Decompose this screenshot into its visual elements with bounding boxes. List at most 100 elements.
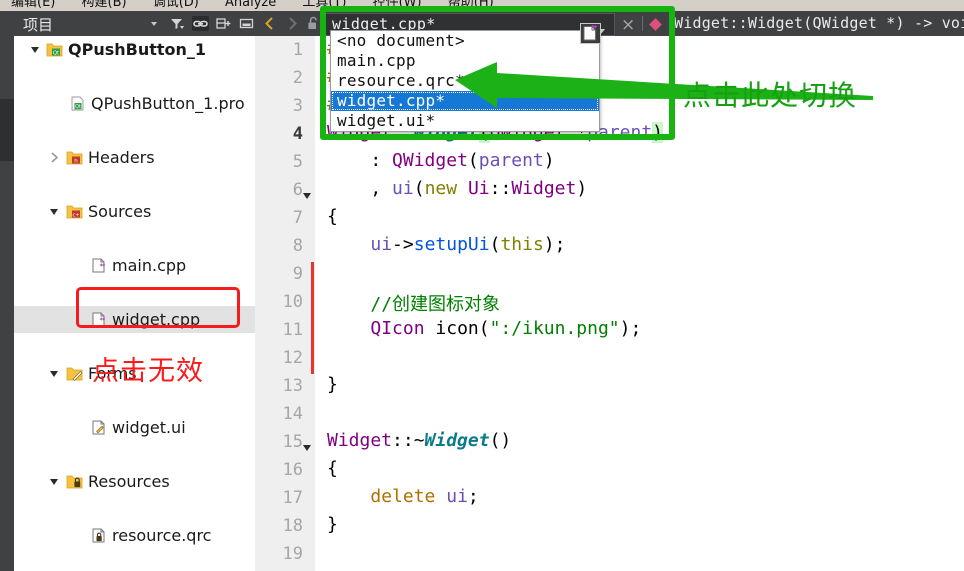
- tree-item-main-cpp[interactable]: main.cpp: [14, 252, 255, 279]
- menu-items: 编辑(E) 构建(B) 调试(D) Analyze 工具(T) 控件(W) 帮助…: [0, 0, 505, 10]
- line-number: 13: [282, 376, 303, 396]
- modified-lines-marker: [311, 262, 314, 374]
- qt-project-icon: Qt: [46, 36, 64, 63]
- red-annotation-label: 点击无效: [92, 356, 204, 387]
- code-line-5: : QWidget(parent): [370, 150, 555, 171]
- fold-marker-icon[interactable]: [301, 439, 313, 457]
- qrc-file-icon: [90, 522, 108, 549]
- line-number: 18: [282, 516, 303, 536]
- tree-item-widget-ui[interactable]: widget.ui: [14, 414, 255, 441]
- code-line-11: QIcon icon(":/ikun.png");: [370, 318, 642, 339]
- file-dropdown-list[interactable]: <no document> main.cpp resource.qrc* wid…: [330, 30, 600, 132]
- tree-item-resources[interactable]: Resources: [14, 468, 255, 495]
- mode-selector-active[interactable]: [0, 99, 14, 161]
- line-number: 14: [282, 404, 303, 424]
- resources-folder-icon: [66, 468, 84, 495]
- tree-item-label: widget.ui: [112, 418, 186, 437]
- menu-item-debug[interactable]: 调试(D): [142, 0, 210, 10]
- menu-item-analyze[interactable]: Analyze: [214, 0, 287, 10]
- code-line-17: delete ui;: [370, 486, 479, 507]
- chevron-down-icon[interactable]: [47, 468, 61, 495]
- link-icon[interactable]: [192, 16, 209, 31]
- dropdown-option-main-cpp[interactable]: main.cpp: [331, 51, 599, 71]
- tree-item-label: Sources: [88, 202, 152, 221]
- forward-arrow-icon[interactable]: [283, 14, 301, 33]
- line-number: 12: [282, 348, 303, 368]
- minimize-icon[interactable]: [238, 16, 255, 31]
- line-number: 15: [282, 432, 303, 452]
- bookmark-diamond-icon[interactable]: [649, 18, 662, 31]
- tree-item-label: QPushButton_1.pro: [91, 94, 245, 113]
- code-line-15: Widget::~Widget(): [327, 430, 512, 451]
- tree-item-label: QPushButton_1: [68, 40, 207, 59]
- tree-item-label: resource.qrc: [112, 526, 212, 545]
- chevron-right-icon[interactable]: [47, 144, 61, 171]
- headers-folder-icon: h: [66, 144, 84, 171]
- line-number: 9: [292, 264, 303, 284]
- tree-item-widget-cpp[interactable]: widget.cpp: [14, 306, 255, 333]
- menu-item-tools[interactable]: 工具(T): [291, 0, 357, 10]
- unlock-icon[interactable]: [305, 14, 323, 33]
- code-line-16: {: [327, 458, 338, 479]
- project-panel: 项目 Qt QPushButton_1 Qt QPushButton_1.pro…: [14, 11, 255, 571]
- close-icon[interactable]: ×: [621, 15, 635, 35]
- tree-item-qpushbutton-1-pro[interactable]: Qt QPushButton_1.pro: [14, 90, 255, 117]
- forms-folder-icon: [66, 360, 84, 387]
- function-signature-label: Widget::Widget(QWidget *) -> void: [674, 14, 964, 32]
- menu-item-help[interactable]: 帮助(H): [437, 0, 505, 10]
- line-number: 8: [292, 236, 303, 256]
- dropdown-option-widget-cpp[interactable]: widget.cpp*: [331, 91, 599, 111]
- code-line-7: {: [327, 206, 338, 227]
- line-number: 7: [292, 208, 303, 228]
- ui-file-icon: [90, 414, 108, 441]
- tree-item-label: Headers: [88, 148, 155, 167]
- fold-marker-icon[interactable]: [301, 187, 313, 205]
- line-number: 17: [282, 488, 303, 508]
- line-number: 3: [292, 96, 303, 116]
- code-line-13: }: [327, 374, 338, 395]
- menu-bar: 编辑(E) 构建(B) 调试(D) Analyze 工具(T) 控件(W) 帮助…: [0, 0, 964, 11]
- cpp-file-icon: [90, 252, 108, 279]
- sources-folder-icon: c+: [66, 198, 84, 225]
- line-number: 1: [292, 40, 303, 60]
- chevron-down-icon[interactable]: [28, 36, 42, 63]
- pro-file-icon: Qt: [69, 90, 87, 117]
- project-panel-title: 项目: [23, 16, 54, 34]
- toolbar-divider: [642, 16, 643, 31]
- line-number: 10: [282, 292, 303, 312]
- chevron-down-icon[interactable]: [146, 16, 163, 31]
- line-number-gutter: 1 2 3 4 5 6 7 8 9 10 11 12 13 14 15 16 1…: [255, 36, 315, 571]
- split-add-icon[interactable]: [215, 16, 232, 31]
- back-arrow-icon[interactable]: [261, 14, 279, 33]
- code-line-18: }: [327, 514, 338, 535]
- project-tree[interactable]: Qt QPushButton_1 Qt QPushButton_1.pro h …: [14, 36, 255, 571]
- tree-item-headers[interactable]: h Headers: [14, 144, 255, 171]
- code-line-8: ui->setupUi(this);: [370, 234, 566, 255]
- line-number: 19: [282, 544, 303, 564]
- green-annotation-label: 点击此处切换: [683, 79, 858, 112]
- app-window: 编辑(E) 构建(B) 调试(D) Analyze 工具(T) 控件(W) 帮助…: [0, 0, 964, 571]
- filter-icon[interactable]: [169, 16, 186, 31]
- tree-item-sources[interactable]: c+ Sources: [14, 198, 255, 225]
- chevron-down-icon[interactable]: [47, 360, 61, 387]
- menu-item-window[interactable]: 控件(W): [362, 0, 433, 10]
- tree-item-qpushbutton-1[interactable]: Qt QPushButton_1: [14, 36, 255, 63]
- line-number: 6: [292, 180, 303, 200]
- code-line-6: , ui(new Ui::Widget): [370, 178, 588, 199]
- dropdown-option-no-document[interactable]: <no document>: [331, 31, 599, 51]
- tree-item-resource-qrc[interactable]: resource.qrc: [14, 522, 255, 549]
- mode-selector-strip[interactable]: [0, 11, 14, 571]
- tree-item-label: main.cpp: [112, 256, 187, 275]
- chevron-down-icon[interactable]: [47, 198, 61, 225]
- tree-item-label: Resources: [88, 472, 170, 491]
- line-number: 2: [292, 68, 303, 88]
- menu-item-build[interactable]: 构建(B): [71, 0, 138, 10]
- dropdown-option-resource-qrc[interactable]: resource.qrc*: [331, 71, 599, 91]
- document-icon: [580, 23, 601, 49]
- line-number: 11: [282, 320, 303, 340]
- menu-item-edit[interactable]: 编辑(E): [0, 0, 66, 10]
- svg-text:c+: c+: [73, 212, 80, 218]
- tree-item-label: widget.cpp: [112, 310, 201, 329]
- line-number: 5: [292, 152, 303, 172]
- dropdown-option-widget-ui[interactable]: widget.ui*: [331, 111, 599, 131]
